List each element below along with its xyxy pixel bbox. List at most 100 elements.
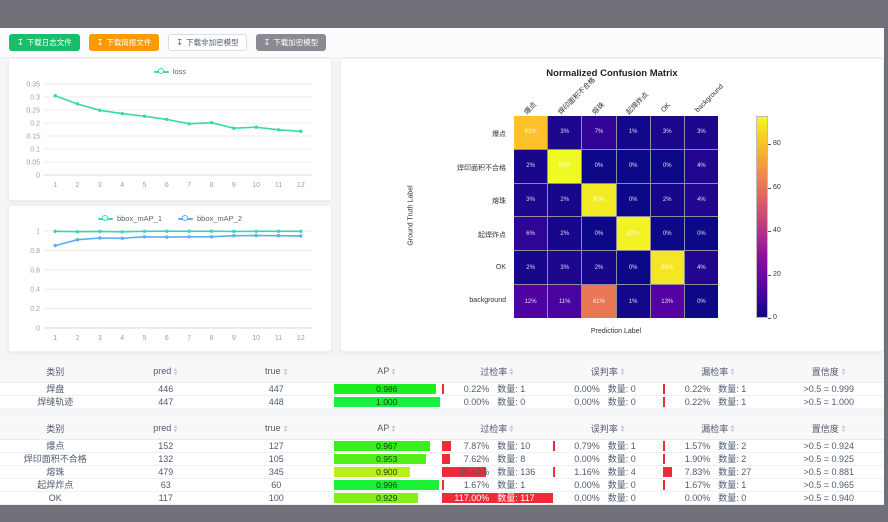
- sort-icon[interactable]: ▲▼: [841, 368, 846, 376]
- data-point[interactable]: [121, 237, 124, 240]
- column-header[interactable]: AP▲▼: [332, 417, 443, 440]
- loss-chart[interactable]: 00.050.10.150.20.250.30.3512345678910111…: [16, 78, 324, 190]
- column-header[interactable]: 置信度▲▼: [774, 360, 885, 383]
- table-row[interactable]: 焊缝轨迹 447 448 1.000 0.00%数量: 0 0.00%数量: 0…: [0, 396, 884, 409]
- matrix-cell[interactable]: 2%: [548, 217, 581, 250]
- matrix-cell[interactable]: 61%: [582, 285, 615, 318]
- table-row[interactable]: 焊印面积不合格 132 105 0.953 7.62%数量: 8 0.00%数量…: [0, 453, 884, 466]
- matrix-cell[interactable]: 7%: [582, 116, 615, 149]
- toolbar-button-2[interactable]: ↧ 下载非加密模型: [168, 34, 246, 51]
- data-point[interactable]: [165, 235, 168, 238]
- data-point[interactable]: [232, 127, 235, 130]
- sort-icon[interactable]: ▲▼: [283, 368, 288, 376]
- toolbar-button-3[interactable]: ↧ 下载加密模型: [256, 34, 327, 51]
- data-point[interactable]: [165, 118, 168, 121]
- data-point[interactable]: [255, 126, 258, 129]
- data-point[interactable]: [76, 102, 79, 105]
- matrix-cell[interactable]: 92%: [617, 217, 650, 250]
- data-point[interactable]: [210, 235, 213, 238]
- sort-icon[interactable]: ▲▼: [841, 425, 846, 433]
- matrix-cell[interactable]: 3%: [685, 116, 718, 149]
- column-header[interactable]: 误判率▲▼: [553, 360, 664, 383]
- matrix-cell[interactable]: 2%: [514, 251, 547, 284]
- column-header[interactable]: pred▲▼: [111, 417, 222, 440]
- data-point[interactable]: [98, 109, 101, 112]
- matrix-cell[interactable]: 4%: [685, 251, 718, 284]
- table-row[interactable]: 起焊炸点 63 60 0.996 1.67%数量: 1 0.00%数量: 0 1…: [0, 479, 884, 492]
- column-header[interactable]: 漏检率▲▼: [663, 360, 774, 383]
- data-point[interactable]: [232, 234, 235, 237]
- matrix-cell[interactable]: 3%: [514, 184, 547, 217]
- matrix-cell[interactable]: 89%: [651, 251, 684, 284]
- matrix-cell[interactable]: 3%: [548, 116, 581, 149]
- sort-icon[interactable]: ▲▼: [730, 425, 735, 433]
- column-header[interactable]: 过检率▲▼: [442, 360, 553, 383]
- matrix-cell[interactable]: 90%: [582, 184, 615, 217]
- data-point[interactable]: [210, 121, 213, 124]
- column-header[interactable]: 过检率▲▼: [442, 417, 553, 440]
- sort-icon[interactable]: ▲▼: [509, 368, 514, 376]
- sort-icon[interactable]: ▲▼: [283, 425, 288, 433]
- table-row[interactable]: OK 117 100 0.929 117.00%数量: 117 0.00%数量:…: [0, 492, 884, 505]
- table-row[interactable]: 爆点 152 127 0.967 7.87%数量: 10 0.79%数量: 1 …: [0, 440, 884, 453]
- matrix-cell[interactable]: 4%: [685, 150, 718, 183]
- data-point[interactable]: [299, 130, 302, 133]
- sort-icon[interactable]: ▲▼: [620, 368, 625, 376]
- data-point[interactable]: [98, 230, 101, 233]
- column-header[interactable]: 漏检率▲▼: [663, 417, 774, 440]
- data-point[interactable]: [121, 112, 124, 115]
- matrix-cell[interactable]: 1%: [617, 285, 650, 318]
- sort-icon[interactable]: ▲▼: [391, 368, 396, 376]
- toolbar-button-0[interactable]: ↧ 下载日志文件: [9, 34, 80, 51]
- column-header[interactable]: pred▲▼: [111, 360, 222, 383]
- matrix-cell[interactable]: 0%: [685, 217, 718, 250]
- data-point[interactable]: [277, 230, 280, 233]
- matrix-cell[interactable]: 0%: [651, 217, 684, 250]
- table-row[interactable]: 熔珠 479 345 0.900 39.42%数量: 136 1.16%数量: …: [0, 466, 884, 479]
- matrix-cell[interactable]: 0%: [617, 184, 650, 217]
- matrix-cell[interactable]: 0%: [617, 251, 650, 284]
- data-point[interactable]: [255, 234, 258, 237]
- data-point[interactable]: [188, 235, 191, 238]
- matrix-cell[interactable]: 3%: [651, 116, 684, 149]
- matrix-cell[interactable]: 2%: [582, 251, 615, 284]
- column-header[interactable]: 误判率▲▼: [553, 417, 664, 440]
- sort-icon[interactable]: ▲▼: [620, 425, 625, 433]
- data-point[interactable]: [54, 244, 57, 247]
- data-point[interactable]: [299, 230, 302, 233]
- data-point[interactable]: [277, 128, 280, 131]
- matrix-cell[interactable]: 0%: [685, 285, 718, 318]
- matrix-cell[interactable]: 0%: [651, 150, 684, 183]
- data-point[interactable]: [121, 230, 124, 233]
- data-point[interactable]: [165, 230, 168, 233]
- data-point[interactable]: [143, 235, 146, 238]
- data-point[interactable]: [255, 230, 258, 233]
- column-header[interactable]: 置信度▲▼: [774, 417, 885, 440]
- data-point[interactable]: [188, 122, 191, 125]
- data-point[interactable]: [143, 230, 146, 233]
- toolbar-button-1[interactable]: ↧ 下载简报文件: [89, 34, 160, 51]
- matrix-cell[interactable]: 1%: [617, 116, 650, 149]
- matrix-cell[interactable]: 2%: [651, 184, 684, 217]
- matrix-cell[interactable]: 81%: [514, 116, 547, 149]
- column-header[interactable]: true▲▼: [221, 417, 332, 440]
- sort-icon[interactable]: ▲▼: [509, 425, 514, 433]
- data-point[interactable]: [76, 230, 79, 233]
- data-point[interactable]: [277, 234, 280, 237]
- data-point[interactable]: [76, 238, 79, 241]
- matrix-cell[interactable]: 11%: [548, 285, 581, 318]
- matrix-cell[interactable]: 4%: [685, 184, 718, 217]
- matrix-cell[interactable]: 2%: [514, 150, 547, 183]
- data-point[interactable]: [188, 230, 191, 233]
- data-point[interactable]: [54, 94, 57, 97]
- sort-icon[interactable]: ▲▼: [391, 425, 396, 433]
- data-point[interactable]: [143, 115, 146, 118]
- matrix-cell[interactable]: 6%: [514, 217, 547, 250]
- column-header[interactable]: AP▲▼: [332, 360, 443, 383]
- matrix-cell[interactable]: 13%: [651, 285, 684, 318]
- matrix-cell[interactable]: 0%: [582, 217, 615, 250]
- legend-item-bbox_mAP_2[interactable]: bbox_mAP_2: [178, 214, 242, 223]
- matrix-cell[interactable]: 0%: [617, 150, 650, 183]
- matrix-cell[interactable]: 2%: [548, 184, 581, 217]
- sort-icon[interactable]: ▲▼: [730, 368, 735, 376]
